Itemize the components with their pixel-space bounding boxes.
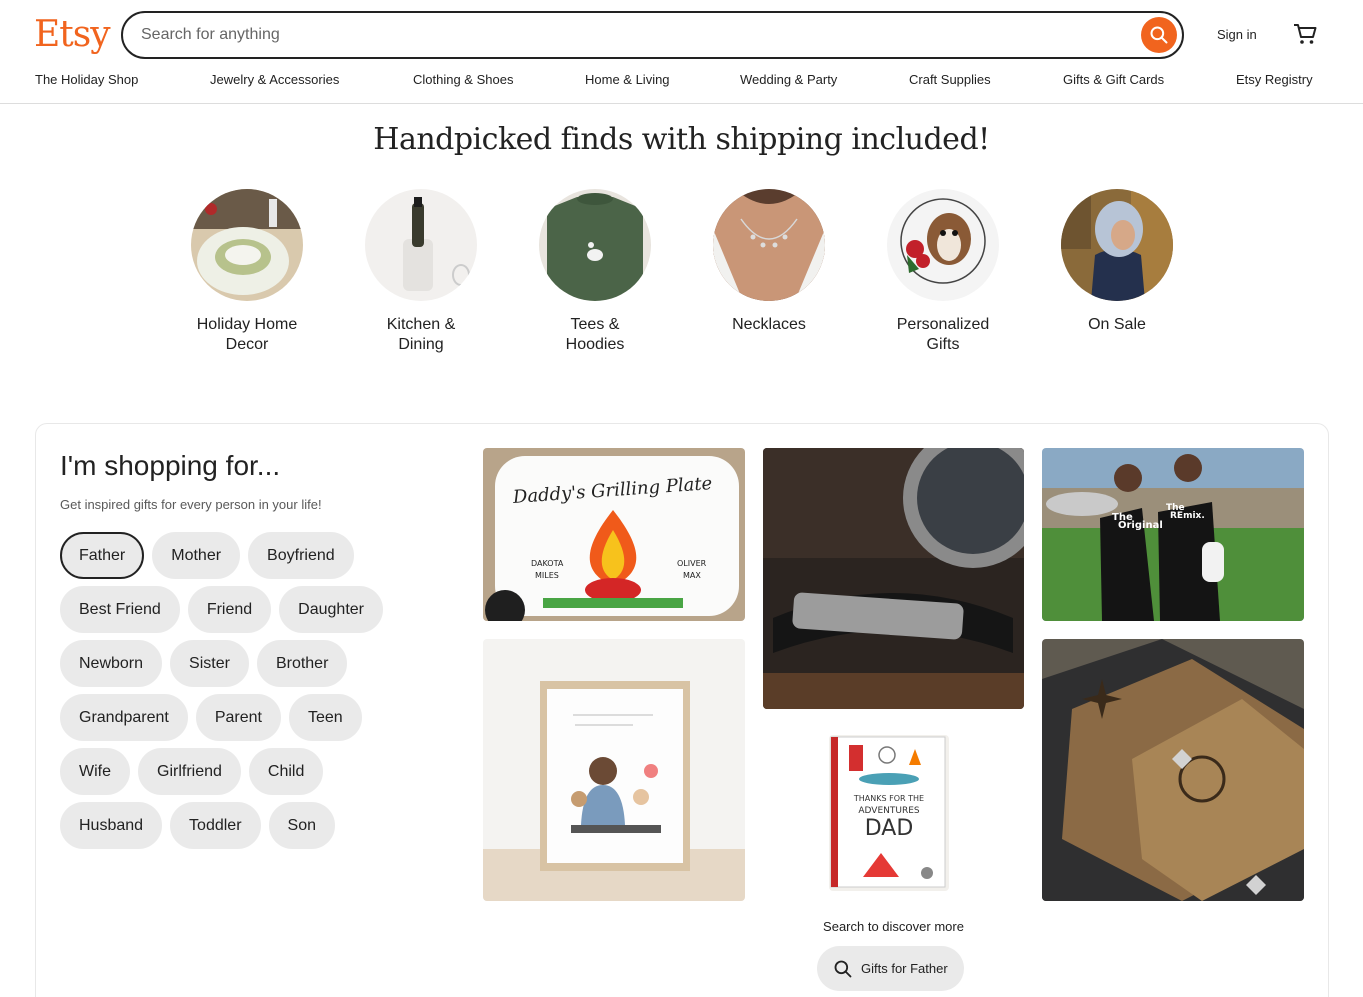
recipient-chips: Father Mother Boyfriend Best Friend Frie… xyxy=(60,532,440,856)
shopping-for-subtitle: Get inspired gifts for every person in y… xyxy=(60,497,322,512)
category-personalized-gifts[interactable]: Personalized Gifts xyxy=(868,189,1018,355)
family-print-image xyxy=(483,639,745,901)
chip-teen[interactable]: Teen xyxy=(288,694,362,741)
chip-best-friend[interactable]: Best Friend xyxy=(60,586,180,633)
category-label: Necklaces xyxy=(732,316,806,333)
nav-clothing-shoes[interactable]: Clothing & Shoes xyxy=(413,72,513,87)
category-holiday-home-decor[interactable]: Holiday Home Decor xyxy=(172,189,322,355)
search-bar xyxy=(121,11,1184,59)
card-line2: ADVENTURES xyxy=(858,806,920,816)
discover-text: Search to discover more xyxy=(823,919,964,934)
category-image xyxy=(365,189,477,301)
etsy-logo[interactable]: Etsy xyxy=(34,14,111,55)
nav-craft-supplies[interactable]: Craft Supplies xyxy=(909,72,991,87)
chip-husband[interactable]: Husband xyxy=(60,802,163,849)
category-image xyxy=(539,189,651,301)
search-input[interactable] xyxy=(123,13,1182,57)
product-tile-matching-shirts[interactable]: The Original The REmix. xyxy=(1042,448,1304,621)
wooden-box-image xyxy=(1042,639,1304,901)
page-title: Handpicked finds with shipping included! xyxy=(373,122,990,157)
nav-holiday-shop[interactable]: The Holiday Shop xyxy=(35,72,138,87)
category-label: Tees & Hoodies xyxy=(565,316,625,353)
cart-icon[interactable] xyxy=(1292,22,1318,51)
chip-newborn[interactable]: Newborn xyxy=(60,640,163,687)
category-image xyxy=(887,189,999,301)
nav-wedding-party[interactable]: Wedding & Party xyxy=(740,72,837,87)
chip-friend[interactable]: Friend xyxy=(187,586,272,633)
gifts-for-father-label: Gifts for Father xyxy=(861,961,948,976)
search-button[interactable] xyxy=(1141,17,1177,53)
chip-toddler[interactable]: Toddler xyxy=(170,802,261,849)
plate-name-left-1: DAKOTA xyxy=(531,559,564,568)
product-tile-dad-card[interactable]: THANKS FOR THE ADVENTURES DAD xyxy=(829,735,949,891)
category-label: On Sale xyxy=(1088,316,1146,333)
category-image xyxy=(1061,189,1173,301)
product-tile-grilling-plate[interactable]: Daddy's Grilling Plate DAKOTA MILES OLIV… xyxy=(483,448,745,621)
product-tile-bracelet[interactable] xyxy=(763,448,1024,709)
chip-father[interactable]: Father xyxy=(60,532,145,579)
nav-gifts-gift-cards[interactable]: Gifts & Gift Cards xyxy=(1063,72,1164,87)
chip-parent[interactable]: Parent xyxy=(195,694,281,741)
plate-name-right-2: MAX xyxy=(683,571,701,580)
category-nav: The Holiday Shop Jewelry & Accessories C… xyxy=(0,68,1363,104)
search-icon xyxy=(1150,26,1168,44)
chip-wife[interactable]: Wife xyxy=(60,748,130,795)
plate-name-left-2: MILES xyxy=(535,571,559,580)
category-kitchen-dining[interactable]: Kitchen & Dining xyxy=(346,189,496,355)
category-label: Holiday Home Decor xyxy=(196,316,298,353)
chip-boyfriend[interactable]: Boyfriend xyxy=(248,532,354,579)
chip-sister[interactable]: Sister xyxy=(170,640,249,687)
dad-card-image: THANKS FOR THE ADVENTURES DAD xyxy=(829,735,949,891)
chip-child[interactable]: Child xyxy=(248,748,324,795)
sign-in-link[interactable]: Sign in xyxy=(1217,27,1257,42)
category-label: Kitchen & Dining xyxy=(386,316,456,353)
chip-daughter[interactable]: Daughter xyxy=(279,586,383,633)
category-on-sale[interactable]: On Sale xyxy=(1042,189,1192,335)
card-line3: DAD xyxy=(865,816,914,841)
bracelet-image xyxy=(763,448,1024,709)
plate-name-right-1: OLIVER xyxy=(677,559,707,568)
chip-mother[interactable]: Mother xyxy=(152,532,241,579)
matching-shirts-image: The Original The REmix. xyxy=(1042,448,1304,621)
shopping-for-title: I'm shopping for... xyxy=(60,450,281,481)
category-necklaces[interactable]: Necklaces xyxy=(694,189,844,335)
nav-jewelry-accessories[interactable]: Jewelry & Accessories xyxy=(210,72,339,87)
gifts-for-father-button[interactable]: Gifts for Father xyxy=(817,946,964,991)
category-image xyxy=(713,189,825,301)
card-line1: THANKS FOR THE xyxy=(853,794,924,803)
chip-grandparent[interactable]: Grandparent xyxy=(60,694,188,741)
shirt-left-line2: Original xyxy=(1118,520,1163,531)
category-image xyxy=(191,189,303,301)
search-icon xyxy=(834,960,852,977)
nav-etsy-registry[interactable]: Etsy Registry xyxy=(1236,72,1313,87)
nav-home-living[interactable]: Home & Living xyxy=(585,72,670,87)
grilling-plate-image: Daddy's Grilling Plate DAKOTA MILES OLIV… xyxy=(483,448,745,621)
chip-brother[interactable]: Brother xyxy=(256,640,348,687)
category-label: Personalized Gifts xyxy=(896,316,990,353)
chip-girlfriend[interactable]: Girlfriend xyxy=(138,748,241,795)
category-tees-hoodies[interactable]: Tees & Hoodies xyxy=(520,189,670,355)
chip-son[interactable]: Son xyxy=(268,802,335,849)
product-tile-wooden-box[interactable] xyxy=(1042,639,1304,901)
shirt-right-line2: REmix. xyxy=(1170,511,1205,521)
product-tile-family-print[interactable] xyxy=(483,639,745,901)
